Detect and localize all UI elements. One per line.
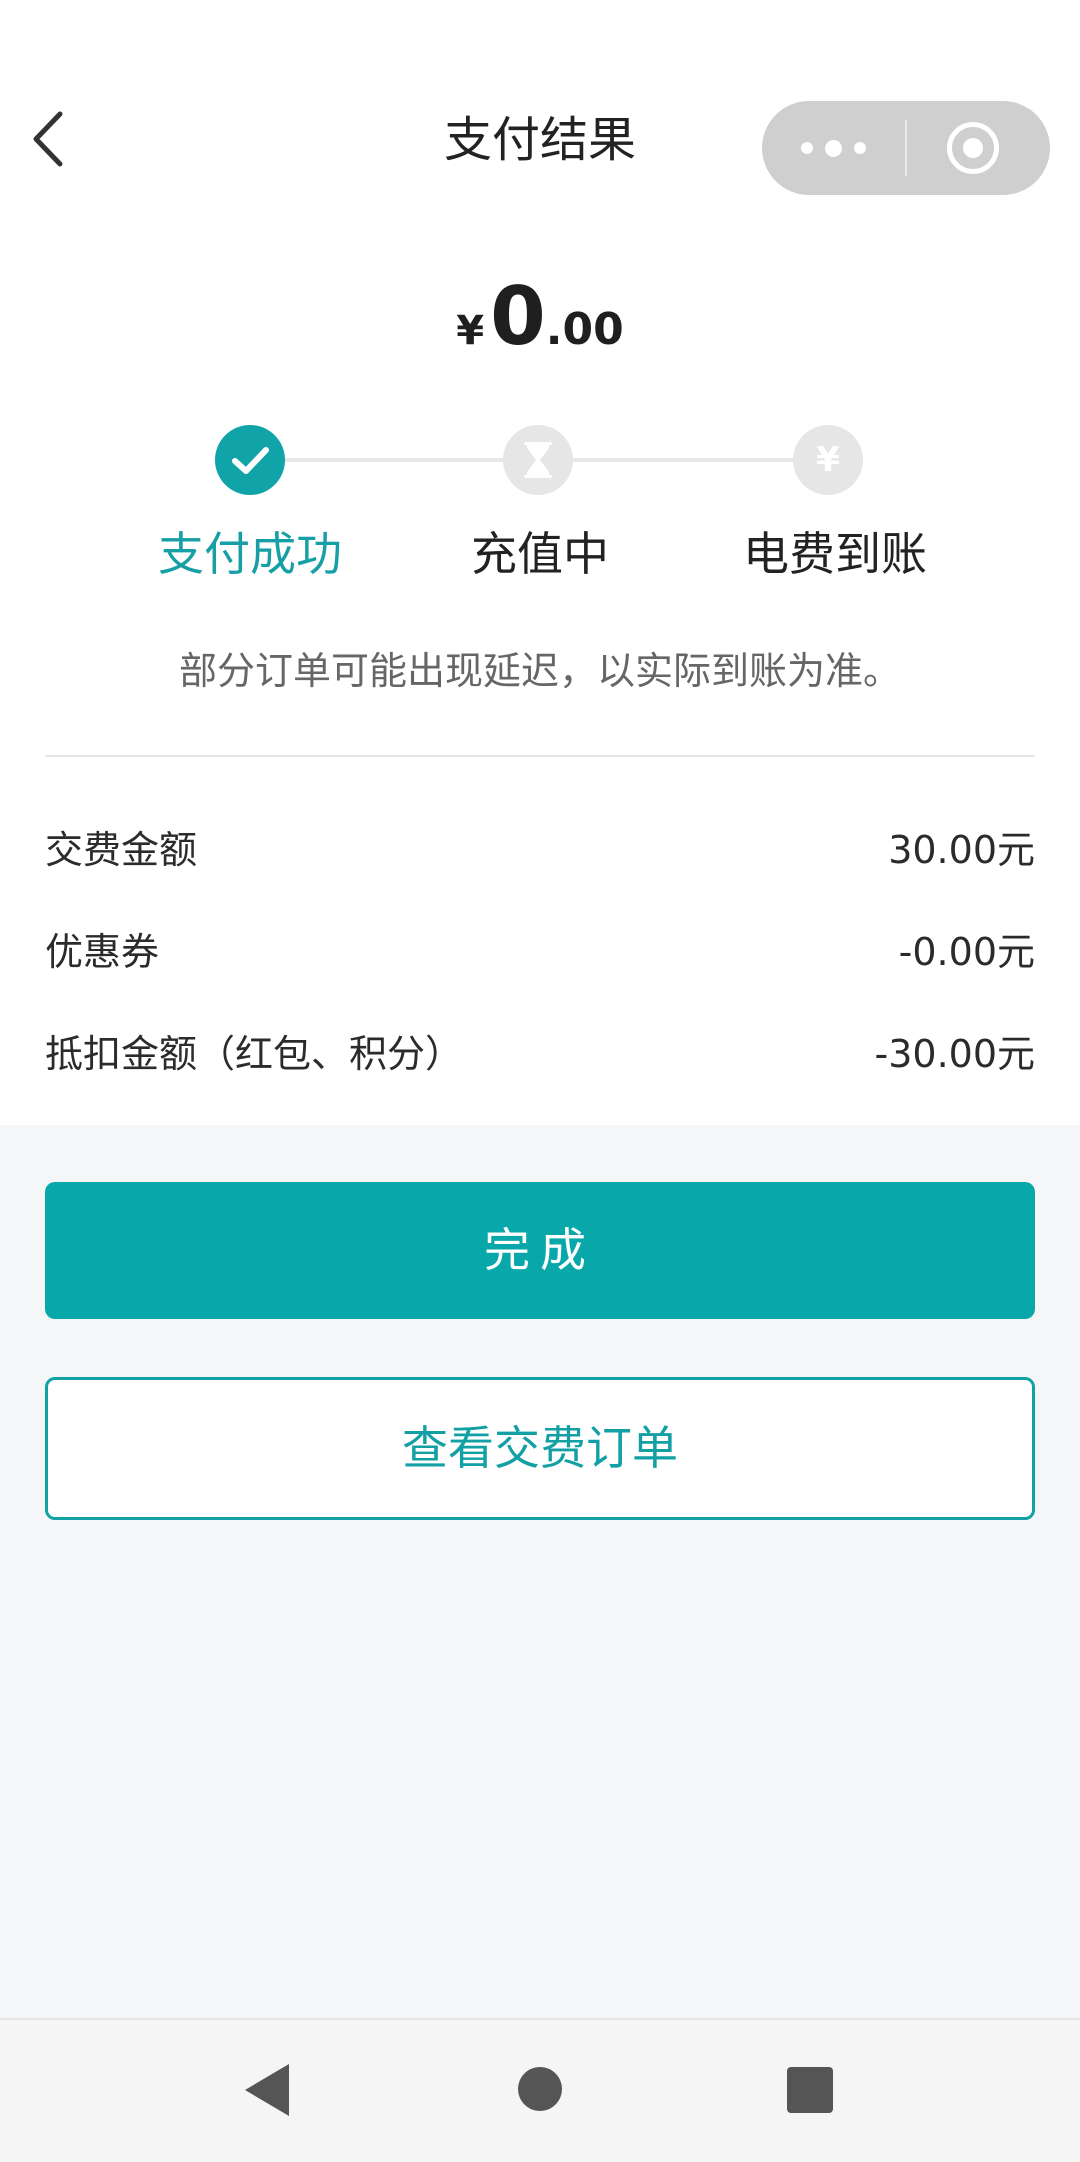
detail-label: 交费金额 (45, 828, 198, 872)
done-button[interactable]: 完成 (45, 1182, 1035, 1319)
delay-notice: 部分订单可能出现延迟，以实际到账为准。 (178, 649, 901, 693)
yen-icon: ¥ (816, 440, 840, 480)
payment-amount: ¥0.00 (0, 270, 1080, 363)
more-button[interactable] (762, 101, 905, 195)
more-dots-icon (801, 142, 813, 154)
system-nav-bar (0, 2018, 1080, 2162)
step-label-paid: 支付成功 (158, 527, 342, 581)
step-label-recharging: 充值中 (471, 527, 609, 581)
view-order-button[interactable]: 查看交费订单 (45, 1377, 1035, 1520)
hourglass-icon (524, 442, 552, 478)
detail-value: 30.00元 (888, 828, 1035, 872)
detail-row-payment-amount: 交费金额 30.00元 (45, 820, 1035, 880)
check-icon (232, 447, 269, 474)
detail-label: 抵扣金额（红包、积分） (45, 1032, 464, 1076)
svg-text:¥: ¥ (816, 440, 840, 480)
detail-value: -0.00元 (898, 930, 1035, 974)
step-indicator-paid (215, 425, 285, 495)
divider (45, 755, 1035, 757)
nav-home-circle-icon[interactable] (518, 2067, 562, 2111)
amount-integer: 0 (490, 270, 546, 363)
detail-row-deduction: 抵扣金额（红包、积分） -30.00元 (45, 1024, 1035, 1084)
content-card: 支付结果 ¥0.00 ¥ 支付成功 充值中 电费到账 部分订单可能出现延迟，以实… (0, 0, 1080, 1125)
amount-decimal: .00 (545, 304, 624, 355)
nav-back-triangle-icon[interactable] (245, 2064, 289, 2116)
detail-value: -30.00元 (874, 1032, 1036, 1076)
detail-row-coupon: 优惠券 -0.00元 (45, 922, 1035, 982)
step-indicator-credited: ¥ (793, 425, 863, 495)
step-label-credited: 电费到账 (743, 527, 927, 581)
step-indicator-recharging (503, 425, 573, 495)
step-connector (283, 458, 503, 462)
step-connector (573, 458, 793, 462)
detail-label: 优惠券 (45, 930, 160, 974)
close-button[interactable] (907, 101, 1050, 195)
currency-symbol: ¥ (456, 308, 485, 354)
nav-recent-square-icon[interactable] (787, 2067, 833, 2113)
mini-program-capsule (762, 101, 1050, 195)
